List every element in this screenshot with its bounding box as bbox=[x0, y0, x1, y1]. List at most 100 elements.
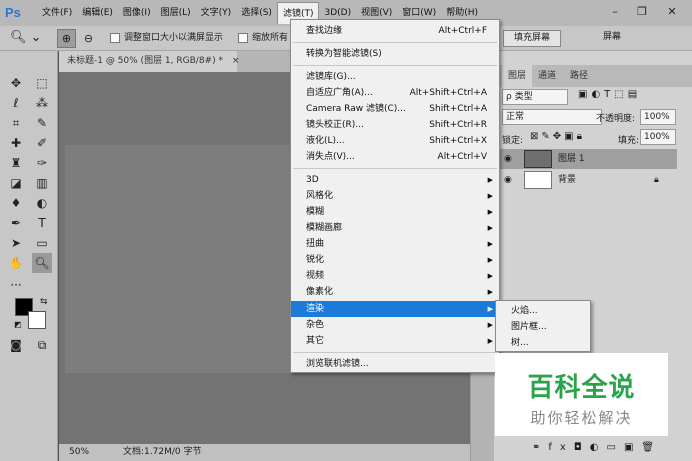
more-tools-icon[interactable]: ··· bbox=[6, 275, 26, 295]
zoom-level[interactable]: 50% bbox=[69, 444, 89, 461]
link-icon[interactable]: ⚭ bbox=[532, 442, 548, 453]
fill-screen-button[interactable]: 填充屏幕 bbox=[503, 30, 561, 47]
layer-panel-footer: ⚭fx◘◐▭▣🗑︎ bbox=[532, 442, 662, 453]
menu-item-find-edges[interactable]: 查找边缘 Alt+Ctrl+F bbox=[291, 23, 499, 39]
menu-item-stylize[interactable]: 风格化 ▶ bbox=[291, 188, 499, 204]
menu-item-other[interactable]: 其它 ▶ bbox=[291, 333, 499, 349]
eye-icon[interactable]: ◉ bbox=[504, 149, 512, 169]
status-bar: 50% 文档:1.72M/0 字节 bbox=[59, 444, 492, 461]
eraser-icon[interactable]: ◪ bbox=[6, 173, 26, 193]
zoom-out-icon[interactable]: ⊖ bbox=[79, 29, 98, 48]
new-layer-icon[interactable]: ▣ bbox=[624, 442, 641, 453]
brush-tool-icon[interactable]: ✐ bbox=[32, 133, 52, 153]
layer-row[interactable]: ◉ 图层 1 bbox=[494, 149, 677, 169]
menu-item-3d[interactable]: 3D ▶ bbox=[291, 172, 499, 188]
crop-tool-icon[interactable]: ⌗ bbox=[6, 113, 26, 133]
menu-item-camera-raw[interactable]: Camera Raw 滤镜(C)... Shift+Ctrl+A bbox=[291, 101, 499, 117]
menu-file[interactable]: 文件(F) bbox=[37, 2, 77, 24]
move-tool-icon[interactable]: ✥ bbox=[6, 73, 26, 93]
dodge-tool-icon[interactable]: ◐ bbox=[32, 193, 52, 213]
maximize-icon[interactable]: ❐ bbox=[632, 3, 652, 21]
gradient-tool-icon[interactable]: ▥ bbox=[32, 173, 52, 193]
healing-brush-icon[interactable]: ✚ bbox=[6, 133, 26, 153]
trash-icon[interactable]: 🗑︎ bbox=[641, 442, 662, 453]
menu-item-video[interactable]: 视频 ▶ bbox=[291, 268, 499, 284]
pen-tool-icon[interactable]: ✒ bbox=[6, 213, 26, 233]
clone-stamp-icon[interactable]: ♜ bbox=[6, 153, 26, 173]
hand-tool-icon[interactable]: ✋ bbox=[6, 253, 26, 273]
zoom-tool-preset-icon[interactable]: 🔍︎ ⌄ bbox=[10, 29, 44, 47]
folder-icon[interactable]: ▭ bbox=[607, 442, 624, 453]
resize-window-label: 调整窗口大小以满屏显示 bbox=[124, 33, 224, 43]
blur-tool-icon[interactable]: ♦ bbox=[6, 193, 26, 213]
rectangle-tool-icon[interactable]: ▭ bbox=[32, 233, 52, 253]
filter-icons[interactable]: ▣◐T⬚▤ bbox=[578, 89, 641, 100]
close-icon[interactable]: ✕ bbox=[662, 3, 682, 21]
background-color-swatch[interactable] bbox=[28, 311, 46, 329]
marquee-tool-icon[interactable]: ⬚ bbox=[32, 73, 52, 93]
menu-type[interactable]: 文字(Y) bbox=[196, 2, 237, 24]
menu-item-liquify[interactable]: 液化(L)... Shift+Ctrl+X bbox=[291, 133, 499, 149]
submenu-arrow-icon: ▶ bbox=[487, 256, 493, 264]
mask-icon[interactable]: ◘ bbox=[574, 442, 590, 453]
tab-layers[interactable]: 图层 bbox=[502, 65, 533, 87]
menu-layer[interactable]: 图层(L) bbox=[156, 2, 196, 24]
quick-mask-icon[interactable]: ◙ bbox=[6, 335, 26, 355]
close-tab-icon[interactable]: × bbox=[232, 56, 240, 66]
menu-item-pixelate[interactable]: 像素化 ▶ bbox=[291, 284, 499, 300]
tab-channels[interactable]: 通道 bbox=[532, 65, 562, 87]
blend-mode-select[interactable]: 正常 bbox=[502, 109, 602, 125]
tab-paths[interactable]: 路径 bbox=[564, 65, 594, 87]
document-tab[interactable]: 未标题-1 @ 50% (图层 1, RGB/8#) * × bbox=[59, 51, 240, 72]
eyedropper-icon[interactable]: ✎ bbox=[32, 113, 52, 133]
lock-icons[interactable]: ⊠✎✥▣🔒︎ bbox=[530, 131, 585, 142]
submenu-arrow-icon: ▶ bbox=[487, 288, 493, 296]
menu-item-noise[interactable]: 杂色 ▶ bbox=[291, 317, 499, 333]
menu-item-filter-gallery[interactable]: 滤镜库(G)... bbox=[291, 69, 499, 85]
menu-item-convert-smart-filter[interactable]: 转换为智能滤镜(S) bbox=[291, 46, 499, 62]
menu-item-lens-correction[interactable]: 镜头校正(R)... Shift+Ctrl+R bbox=[291, 117, 499, 133]
submenu-arrow-icon: ▶ bbox=[487, 240, 493, 248]
fx-icon[interactable]: fx bbox=[548, 442, 573, 453]
type-tool-icon[interactable]: T bbox=[32, 213, 52, 233]
resize-window-checkbox[interactable] bbox=[110, 33, 120, 43]
submenu-item-flame[interactable]: 火焰... bbox=[496, 303, 590, 319]
layer-filter-select[interactable]: ρ 类型 bbox=[502, 89, 568, 105]
menu-item-blur-gallery[interactable]: 模糊画廊 ▶ bbox=[291, 220, 499, 236]
layer-row[interactable]: ◉ 背景 🔒︎ bbox=[494, 170, 677, 190]
menu-item-vanishing-point[interactable]: 消失点(V)... Alt+Ctrl+V bbox=[291, 149, 499, 165]
watermark-title: 百科全说 bbox=[527, 373, 636, 403]
submenu-item-picture-frame[interactable]: 图片框... bbox=[496, 319, 590, 335]
minimize-icon[interactable]: – bbox=[605, 3, 625, 21]
submenu-arrow-icon: ▶ bbox=[487, 208, 493, 216]
menu-item-adaptive-wide-angle[interactable]: 自适应广角(A)... Alt+Shift+Ctrl+A bbox=[291, 85, 499, 101]
magic-wand-icon[interactable]: ⁂ bbox=[32, 93, 52, 113]
menu-edit[interactable]: 编辑(E) bbox=[77, 2, 118, 24]
filter-menu: 查找边缘 Alt+Ctrl+F 转换为智能滤镜(S) 滤镜库(G)... 自适应广… bbox=[290, 19, 500, 373]
eye-icon[interactable]: ◉ bbox=[504, 170, 512, 190]
submenu-item-tree[interactable]: 树... bbox=[496, 335, 590, 351]
lasso-tool-icon[interactable]: ℓ bbox=[6, 93, 26, 113]
swap-colors-icon[interactable]: ⇆ bbox=[40, 297, 48, 307]
zoom-tool-icon[interactable]: 🔍︎ bbox=[32, 253, 52, 273]
opacity-input[interactable]: 100% bbox=[640, 109, 676, 125]
history-brush-icon[interactable]: ✑ bbox=[32, 153, 52, 173]
menu-item-browse-online[interactable]: 浏览联机滤镜... bbox=[291, 356, 499, 372]
path-selection-icon[interactable]: ➤ bbox=[6, 233, 26, 253]
zoom-all-label: 缩放所有 bbox=[252, 33, 289, 43]
menu-item-blur[interactable]: 模糊 ▶ bbox=[291, 204, 499, 220]
menu-item-render[interactable]: 渲染 ▶ bbox=[291, 301, 499, 317]
menu-select[interactable]: 选择(S) bbox=[236, 2, 277, 24]
fill-input[interactable]: 100% bbox=[640, 129, 676, 145]
menu-item-distort[interactable]: 扭曲 ▶ bbox=[291, 236, 499, 252]
menu-image[interactable]: 图像(I) bbox=[118, 2, 156, 24]
screen-mode-icon[interactable]: ⧉ bbox=[32, 335, 52, 355]
panel-tabs: 图层 通道 路径 bbox=[494, 65, 692, 87]
adjustment-icon[interactable]: ◐ bbox=[590, 442, 607, 453]
zoom-in-icon[interactable]: ⊕ bbox=[57, 29, 76, 48]
default-colors-icon[interactable]: ◩ bbox=[14, 320, 22, 329]
zoom-all-checkbox[interactable] bbox=[238, 33, 248, 43]
fit-screen-button[interactable]: 屏幕 bbox=[603, 30, 635, 47]
menu-item-sharpen[interactable]: 锐化 ▶ bbox=[291, 252, 499, 268]
submenu-arrow-icon: ▶ bbox=[487, 337, 493, 345]
